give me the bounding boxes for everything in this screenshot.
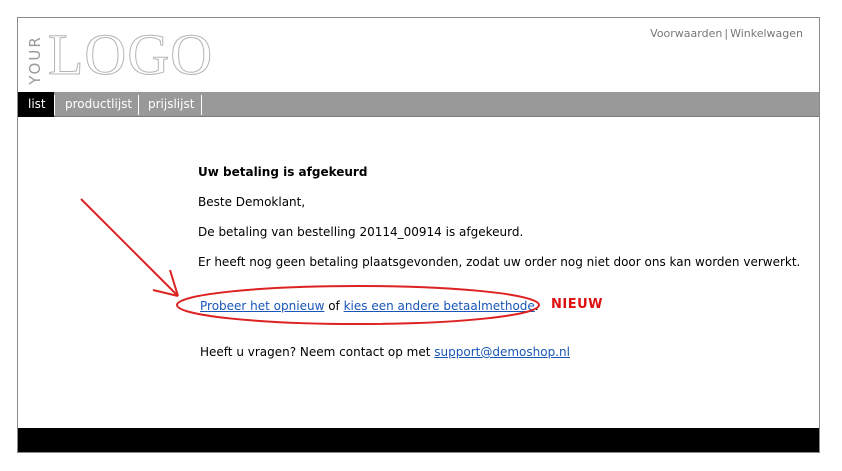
logo-your-text: YOUR — [24, 35, 46, 85]
or-text: of — [324, 299, 344, 313]
logo-your-label: YOUR — [26, 35, 44, 85]
link-separator: | — [724, 27, 729, 40]
logo[interactable]: LOGO — [47, 25, 213, 84]
message-line-order: De betaling van bestelling 20114_00914 i… — [198, 225, 524, 239]
terms-link[interactable]: Voorwaarden — [650, 27, 722, 40]
nav-divider — [201, 95, 202, 115]
message-title: Uw betaling is afgekeurd — [198, 165, 368, 179]
period-text: . — [534, 299, 539, 313]
message-content: Uw betaling is afgekeurd Beste Demoklant… — [18, 118, 819, 428]
page-frame: YOUR LOGO Voorwaarden | Winkelwagen list p… — [17, 17, 820, 453]
nav-item-prijslijst[interactable]: prijslijst — [138, 92, 204, 117]
contact-prefix: Heeft u vragen? Neem contact op met — [200, 345, 435, 359]
retry-options: Probeer het opnieuw of kies een andere b… — [200, 299, 539, 313]
nav-item-productlijst[interactable]: productlijst — [55, 92, 142, 117]
message-greeting: Beste Demoklant, — [198, 195, 306, 209]
new-badge: NIEUW — [551, 297, 603, 312]
retry-payment-link[interactable]: Probeer het opnieuw — [200, 299, 324, 313]
main-navigation: list productlijst prijslijst — [18, 92, 819, 117]
nav-item-list[interactable]: list — [18, 92, 54, 117]
contact-line: Heeft u vragen? Neem contact op met supp… — [200, 345, 570, 359]
footer-bar — [18, 428, 819, 452]
cart-link[interactable]: Winkelwagen — [730, 27, 803, 40]
message-line-info: Er heeft nog geen betaling plaatsgevonde… — [198, 255, 801, 269]
top-links: Voorwaarden | Winkelwagen — [650, 27, 803, 40]
support-email-link[interactable]: support@demoshop.nl — [434, 345, 570, 359]
other-payment-method-link[interactable]: kies een andere betaalmethode — [344, 299, 535, 313]
